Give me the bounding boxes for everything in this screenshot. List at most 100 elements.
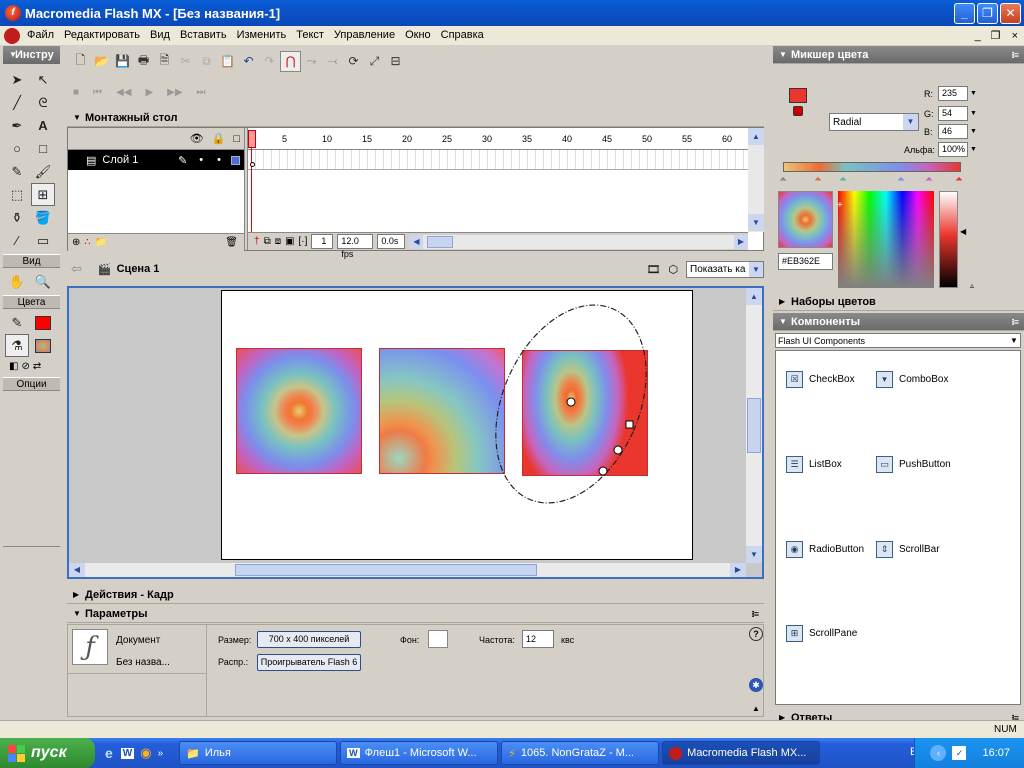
menu-modify[interactable]: Изменить [232, 26, 292, 45]
task-folder[interactable]: 📁 Илья [179, 741, 338, 765]
edit-scene-icon[interactable]: 🎞 [646, 263, 660, 276]
fill-color-swatch[interactable] [31, 334, 55, 357]
menu-control[interactable]: Управление [329, 26, 400, 45]
component-scrollbar[interactable]: ⇕ ScrollBar [876, 535, 986, 564]
component-radiobutton[interactable]: ◉ RadioButton [786, 535, 876, 564]
center-frame-icon[interactable]: † [254, 236, 260, 247]
no-color-icon[interactable]: ⊘ [21, 361, 29, 372]
help-icon[interactable]: ? [749, 627, 763, 641]
paste-icon[interactable]: 📋 [217, 51, 238, 72]
pencil-tool-icon[interactable]: ✎ [5, 160, 29, 183]
start-button[interactable]: пуск [0, 738, 95, 768]
free-transform-tool-icon[interactable]: ⬚ [5, 183, 29, 206]
close-button[interactable]: ✕ [1000, 2, 1021, 24]
undo-icon[interactable]: ↶ [238, 51, 259, 72]
zoom-tool-icon[interactable]: 🔍 [31, 270, 55, 293]
eyedropper-tool-icon[interactable]: ⁄ [5, 229, 29, 252]
layer-row[interactable]: ▤ Слой 1 ✎ • • [68, 150, 244, 170]
timeline-header[interactable]: ▼ Монтажный стол [67, 109, 764, 127]
outline-icon[interactable]: □ [233, 133, 240, 145]
text-tool-icon[interactable]: A [31, 114, 55, 137]
black-white-icon[interactable]: ◧ [9, 361, 18, 372]
eye-icon[interactable]: 👁 [190, 132, 204, 145]
component-set-select[interactable]: Flash UI Components ▼ [775, 333, 1021, 348]
scale-icon[interactable]: ⤢ [364, 51, 385, 72]
rewind-icon[interactable]: ⏮ [93, 87, 102, 98]
play-icon[interactable]: ▶ [145, 87, 153, 98]
b-input[interactable]: 46 [938, 124, 968, 139]
maximize-button[interactable]: ❐ [977, 2, 998, 24]
color-spectrum[interactable] [838, 191, 934, 288]
snap-magnet-icon[interactable]: ⋂ [280, 50, 301, 72]
fill-transform-tool-icon[interactable]: ⊞ [31, 183, 55, 206]
actions-panel-header[interactable]: ▶ Действия - Кадр [67, 586, 764, 604]
media-player-icon[interactable]: ◉ [140, 745, 151, 761]
tray-app-icon[interactable]: ✓ [952, 746, 967, 760]
menu-view[interactable]: Вид [145, 26, 175, 45]
r-dropdown-icon[interactable]: ▼ [970, 86, 979, 101]
r-input[interactable]: 235 [938, 86, 968, 101]
alpha-input[interactable]: 100% [938, 142, 968, 157]
minimize-button[interactable]: _ [954, 2, 975, 24]
panel-menu-icon[interactable]: ⁝≡ [1011, 313, 1019, 331]
ie-icon[interactable]: e [105, 745, 113, 761]
component-listbox[interactable]: ☰ ListBox [786, 450, 876, 479]
rectangle-tool-icon[interactable]: □ [31, 137, 55, 160]
component-combobox[interactable]: ▾ ComboBox [876, 365, 986, 394]
menu-edit[interactable]: Редактировать [59, 26, 145, 45]
gradient-pointer-2[interactable]: ⏶ [814, 174, 822, 185]
panel-menu-icon[interactable]: ⁝≡ [751, 605, 759, 623]
edit-symbols-icon[interactable]: ⬡ [668, 263, 678, 276]
gradient-ellipse[interactable] [467, 288, 676, 527]
add-layer-icon[interactable]: ⊕ [72, 237, 80, 248]
swap-colors-icon[interactable]: ⇄ [33, 361, 41, 372]
task-flash[interactable]: Macromedia Flash MX... [662, 741, 821, 765]
b-dropdown-icon[interactable]: ▼ [970, 124, 979, 139]
task-word[interactable]: W Флеш1 - Microsoft W... [340, 741, 499, 765]
gradient-pointer-3[interactable]: ⏶ [839, 174, 847, 185]
accessibility-icon[interactable]: ✱ [749, 678, 763, 692]
delete-layer-icon[interactable]: 🗑 [225, 237, 238, 248]
menu-window[interactable]: Окно [400, 26, 436, 45]
save-icon[interactable]: 💾 [112, 51, 133, 72]
center-handle[interactable] [566, 397, 576, 407]
gradient-pointer-6[interactable]: ⏶ [955, 174, 963, 185]
frame-track[interactable] [248, 150, 748, 170]
onion-outline-icon[interactable]: ⧈ [275, 236, 281, 247]
align-icon[interactable]: ⊟ [385, 51, 406, 72]
back-arrow-icon[interactable]: ⇦ [71, 261, 82, 277]
g-input[interactable]: 54 [938, 106, 968, 121]
pen-tool-icon[interactable]: ✒ [5, 114, 29, 137]
menu-file[interactable]: Файл [22, 26, 59, 45]
print-icon[interactable]: 🖶 [133, 51, 154, 72]
paint-bucket-tool-icon[interactable]: 🪣 [31, 206, 55, 229]
add-guide-icon[interactable]: ∴ [84, 237, 90, 248]
menu-help[interactable]: Справка [436, 26, 489, 45]
timeline-hscroll[interactable]: ◀ ▶ [409, 234, 748, 249]
task-browser[interactable]: ⚡ 1065. NonGrataZ - M... [501, 741, 660, 765]
stage-vscroll[interactable]: ▲ ▼ [746, 288, 762, 563]
keyframe-dot[interactable] [250, 162, 255, 167]
gradient-pointer-5[interactable]: ⏶ [925, 174, 933, 185]
word-icon[interactable]: W [120, 747, 135, 759]
stop-icon[interactable]: ■ [73, 87, 79, 98]
component-checkbox[interactable]: ☒ CheckBox [786, 365, 876, 394]
line-tool-icon[interactable]: ╱ [5, 91, 29, 114]
copy-icon[interactable]: ⧉ [196, 51, 217, 72]
stroke-color-swatch[interactable] [31, 311, 55, 334]
onion-markers-icon[interactable]: [·] [299, 236, 308, 247]
playhead[interactable] [248, 130, 256, 233]
panel-menu-icon[interactable]: ⁝≡ [1011, 46, 1019, 64]
layer-lock-dot[interactable]: • [217, 154, 221, 166]
doc-close-button[interactable]: × [1006, 30, 1024, 42]
new-file-icon[interactable]: 🗋 [70, 51, 91, 72]
hex-input[interactable]: #EB362E [778, 253, 833, 270]
size-handle[interactable] [613, 445, 623, 455]
add-folder-icon[interactable]: 📁 [95, 237, 107, 248]
layer-outline-square[interactable] [231, 155, 240, 165]
arrow-tool-icon[interactable]: ➤ [5, 68, 29, 91]
tray-arrow-icon[interactable]: ‹ [930, 745, 947, 761]
menu-text[interactable]: Текст [291, 26, 329, 45]
size-button[interactable]: 700 x 400 пикселей [257, 631, 361, 648]
fill-type-select[interactable]: Radial ▼ [829, 113, 919, 131]
